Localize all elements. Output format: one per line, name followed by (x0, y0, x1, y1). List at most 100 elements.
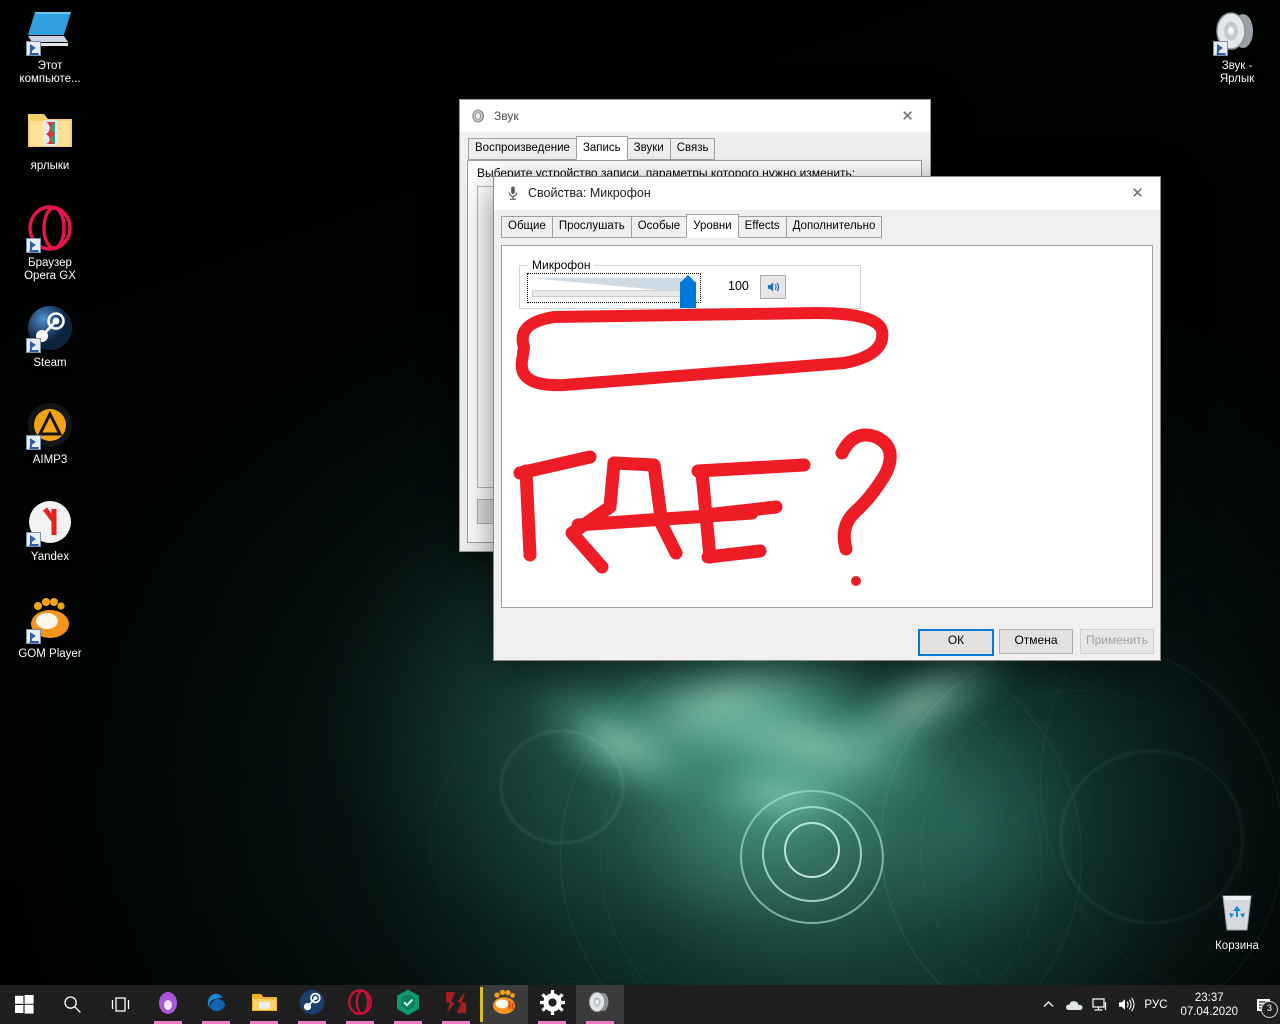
props-dialog-title: Свойства: Микрофон (528, 186, 651, 200)
desktop-icon-gom-player[interactable]: GOM Player (7, 596, 93, 661)
tab-общие[interactable]: Общие (501, 216, 553, 238)
tab-воспроизведение[interactable]: Воспроизведение (468, 138, 577, 160)
start-button[interactable] (0, 985, 48, 1024)
aimp-icon (26, 402, 74, 450)
dota-icon (444, 990, 468, 1020)
speaker-on-icon (767, 282, 779, 292)
taskbar-item-gom-player[interactable] (480, 985, 528, 1024)
taskbar-item-hexagon-app[interactable] (384, 985, 432, 1024)
taskbar-item-dota2[interactable] (432, 985, 480, 1024)
shortcut-overlay-icon (26, 238, 41, 253)
shortcut-overlay-icon (26, 41, 41, 56)
gear-icon (539, 989, 565, 1020)
desktop-icon-label: Браузер Opera GX (24, 257, 76, 282)
notification-count-badge: 3 (1261, 1001, 1278, 1018)
shortcut-overlay-icon (26, 338, 41, 353)
apply-button: Применить (1080, 629, 1154, 654)
taskbar-item-sound-control-panel[interactable] (576, 985, 624, 1024)
desktop-icon-label: Корзина (1215, 940, 1259, 952)
taskbar-item-file-explorer[interactable] (240, 985, 288, 1024)
microphone-properties-dialog[interactable]: Свойства: Микрофон ✕ Общие Прослушать Особ… (494, 177, 1160, 660)
opera-icon (26, 205, 74, 253)
windows-logo-icon (14, 995, 34, 1014)
shortcut-overlay-icon (26, 435, 41, 450)
props-dialog-close-button[interactable]: ✕ (1115, 178, 1160, 208)
network-icon[interactable] (1087, 985, 1113, 1024)
notification-center-button[interactable]: 3 (1246, 985, 1280, 1024)
folder-icon (251, 991, 278, 1019)
desktop-icon-sound-shortcut[interactable]: Звук - Ярлык (1194, 8, 1280, 86)
taskbar[interactable]: РУС 23:37 07.04.2020 3 (0, 985, 1280, 1024)
desktop-icon-steam[interactable]: Steam (7, 305, 93, 370)
sound-window-tabstrip[interactable]: Воспроизведение Запись Звуки Связь (460, 132, 930, 160)
desktop-icon-label: Звук - Ярлык (1219, 60, 1255, 85)
tab-связь[interactable]: Связь (669, 138, 716, 160)
taskbar-item-drop-app[interactable] (144, 985, 192, 1024)
microphone-level-value: 100 (728, 279, 749, 293)
speaker-icon (471, 108, 487, 124)
taskbar-item-steam[interactable] (288, 985, 336, 1024)
sound-window-close-button[interactable]: ✕ (885, 101, 930, 131)
green-hexagon-icon (396, 989, 420, 1021)
search-icon (63, 996, 81, 1014)
chevron-up-icon[interactable] (1035, 985, 1061, 1024)
desktop-icon-label: Yandex (30, 551, 70, 563)
tab-effects[interactable]: Effects (737, 216, 787, 238)
shortcut-overlay-icon (26, 532, 41, 547)
desktop-icon-this-pc[interactable]: Этот компьюте... (7, 8, 93, 86)
tab-звуки[interactable]: Звуки (626, 138, 671, 160)
folder-icon (26, 108, 74, 156)
tab-уровни[interactable]: Уровни (686, 214, 739, 238)
volume-icon[interactable] (1113, 985, 1139, 1024)
shortcut-overlay-icon (1213, 41, 1228, 56)
levels-tab-panel: Микрофон 100 (501, 245, 1153, 608)
props-dialog-titlebar[interactable]: Свойства: Микрофон ✕ (494, 177, 1160, 210)
cloud-icon[interactable] (1061, 985, 1087, 1024)
mute-toggle-button[interactable] (760, 275, 786, 299)
microphone-icon (505, 185, 521, 201)
steam-icon (26, 305, 74, 353)
task-view-icon (111, 996, 129, 1012)
recycle-icon (1213, 888, 1261, 936)
desktop-icon-label: GOM Player (18, 648, 82, 660)
ok-button[interactable]: ОК (918, 629, 994, 656)
tab-дополнительно[interactable]: Дополнительно (785, 216, 883, 238)
opera-icon (347, 989, 373, 1020)
taskbar-item-microsoft-edge[interactable] (192, 985, 240, 1024)
monitor-icon (26, 8, 74, 56)
sound-window-titlebar[interactable]: Звук ✕ (460, 100, 930, 132)
task-view-button[interactable] (96, 985, 144, 1024)
microphone-volume-slider[interactable] (527, 273, 701, 308)
props-dialog-tabstrip[interactable]: Общие Прослушать Особые Уровни Effects Дополн… (494, 210, 1160, 238)
microphone-level-legend: Микрофон (528, 258, 595, 272)
slider-thumb[interactable] (680, 275, 696, 308)
desktop-icon-opera-gx[interactable]: Браузер Opera GX (7, 205, 93, 283)
tab-особые[interactable]: Особые (630, 216, 688, 238)
desktop-icon-yandex[interactable]: Yandex (7, 499, 93, 564)
taskbar-app-list[interactable] (144, 985, 624, 1024)
taskbar-item-settings[interactable] (528, 985, 576, 1024)
cancel-button[interactable]: Отмена (999, 629, 1073, 654)
desktop-icon-label: ярлыки (30, 160, 70, 172)
clock-date: 07.04.2020 (1180, 1005, 1238, 1018)
desktop-icon-label: AIMP3 (32, 454, 68, 466)
gom-icon (490, 989, 518, 1020)
gom-icon (26, 596, 74, 644)
desktop-icon-shortcuts-folder[interactable]: ярлыки (7, 108, 93, 173)
system-tray[interactable]: РУС 23:37 07.04.2020 3 (1035, 985, 1280, 1024)
clock[interactable]: 23:37 07.04.2020 (1176, 991, 1246, 1019)
search-button[interactable] (48, 985, 96, 1024)
yandex-icon (26, 499, 74, 547)
speaker-icon (1213, 8, 1261, 56)
tab-запись[interactable]: Запись (575, 136, 628, 160)
slider-track (532, 290, 694, 297)
desktop-icon-label: Этот компьюте... (19, 60, 81, 85)
tab-прослушать[interactable]: Прослушать (551, 216, 632, 238)
steam-icon (299, 989, 325, 1020)
language-indicator[interactable]: РУС (1139, 999, 1176, 1011)
taskbar-item-opera[interactable] (336, 985, 384, 1024)
speaker-icon (587, 990, 613, 1019)
desktop-icon-aimp3[interactable]: AIMP3 (7, 402, 93, 467)
desktop-icon-recycle-bin[interactable]: Корзина (1194, 888, 1280, 953)
sound-window-title: Звук (494, 108, 519, 123)
